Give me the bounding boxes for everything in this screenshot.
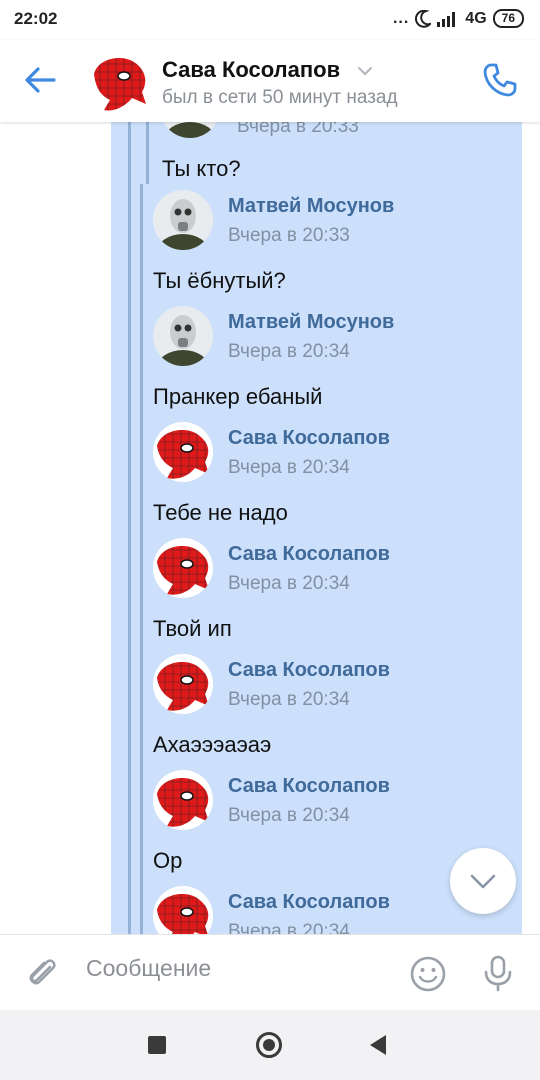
message-time: Вчера в 20:33 [237,122,359,137]
message-text: Ты кто? [162,156,241,181]
contact-status: был в сети 50 минут назад [162,87,398,108]
status-bar: 22:02 ... 4G 76 [0,0,540,40]
message-time: Вчера в 20:34 [228,689,350,710]
message-author[interactable]: Сава Косолапов [228,427,390,450]
back-button[interactable] [18,60,62,100]
spider-avatar-icon [153,422,213,482]
message-text: Тебе не надо [153,500,288,525]
contact-avatar[interactable] [88,52,150,114]
spider-avatar-icon [153,770,213,830]
message-avatar[interactable] [153,538,213,598]
voice-message-button[interactable] [478,953,518,993]
moon-icon [415,9,432,28]
contact-name[interactable]: Сава Косолапов [162,57,340,83]
message-avatar[interactable] [153,770,213,830]
emoji-icon [410,956,446,992]
system-navigation-bar [0,1010,540,1080]
message-time: Вчера в 20:34 [228,457,350,478]
message-author[interactable]: Сава Косолапов [228,543,390,566]
message-author[interactable]: Сава Косолапов [228,659,390,682]
message-time: Вчера в 20:34 [228,805,350,826]
message-author[interactable]: Сава Косолапов [228,891,390,914]
paperclip-icon [29,959,56,985]
emoji-button[interactable] [408,954,448,994]
gasmask-avatar-icon [153,190,213,250]
phone-icon [483,63,517,97]
recent-apps-icon[interactable] [148,1036,166,1054]
call-button[interactable] [480,60,520,100]
message-text: Ор [153,848,183,873]
message-text: Ахаэээаэаэ [153,732,272,757]
message-text: Твой ип [153,616,232,641]
scroll-down-button[interactable] [450,848,516,914]
message-text: Пранкер ебаный [153,384,323,409]
message-text: Ты ёбнутый? [153,268,286,293]
message-input[interactable]: Сообщение [86,955,211,982]
system-back-icon[interactable] [370,1035,386,1055]
nested-quote-line [146,122,149,184]
microphone-icon [484,955,512,992]
status-icons: ... 4G 76 [393,9,524,28]
message-composer: Сообщение [0,934,540,1010]
attach-button[interactable] [22,953,62,993]
spider-avatar-icon [153,538,213,598]
message-time: Вчера в 20:33 [228,225,350,246]
message-time: Вчера в 20:34 [228,573,350,594]
notification-dots: ... [392,9,410,27]
spider-avatar-icon [153,654,213,714]
spider-avatar-icon [94,58,146,111]
message-avatar[interactable] [153,306,213,366]
signal-icon [437,11,456,27]
status-time: 22:02 [14,9,58,28]
chevron-down-icon[interactable] [356,65,374,77]
message-avatar[interactable] [153,654,213,714]
forward-quote-line [128,122,131,934]
gasmask-avatar-icon [153,306,213,366]
home-icon[interactable] [256,1032,282,1058]
chat-header: Сава Косолапов был в сети 50 минут назад [0,40,540,122]
nested-quote-line [140,184,143,934]
message-time: Вчера в 20:34 [228,341,350,362]
chevron-down-icon [470,874,496,889]
battery-indicator: 76 [492,9,524,28]
message-author[interactable]: Матвей Мосунов [228,311,394,334]
network-type: 4G [465,9,487,27]
message-avatar[interactable] [153,422,213,482]
back-arrow-icon [25,67,56,93]
message-author[interactable]: Сава Косолапов [228,775,390,798]
message-list[interactable]: Вчера в 20:33 Ты кто? Матвей Мосунов Вче… [0,122,540,934]
message-author[interactable]: Матвей Мосунов [228,195,394,218]
message-time: Вчера в 20:34 [228,921,350,934]
message-avatar[interactable] [153,190,213,250]
